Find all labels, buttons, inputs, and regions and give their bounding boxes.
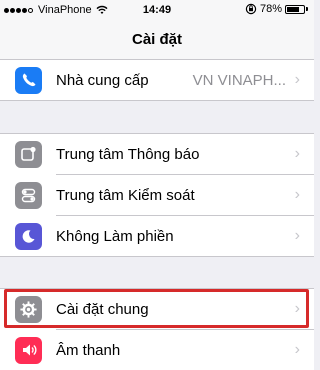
carrier-value: VN VINAPH... — [192, 71, 286, 89]
do-not-disturb-label: Không Làm phiền — [56, 227, 174, 245]
settings-row-notification-center[interactable]: Trung tâm Thông báo › — [0, 134, 314, 174]
sounds-label: Âm thanh — [56, 341, 121, 359]
chevron-right-icon: › — [294, 71, 300, 88]
status-bar: VinaPhone 14:49 78% — [0, 0, 314, 20]
notification-center-icon — [15, 140, 42, 168]
notification-center-label: Trung tâm Thông báo — [56, 145, 200, 163]
chevron-right-icon: › — [294, 227, 300, 244]
control-center-icon — [15, 181, 42, 209]
chevron-right-icon: › — [294, 186, 300, 203]
battery-percent: 78% — [259, 3, 282, 15]
settings-row-carrier[interactable]: Nhà cung cấp VN VINAPH... › — [0, 60, 314, 100]
settings-row-control-center[interactable]: Trung tâm Kiểm soát › — [0, 175, 314, 215]
chevron-right-icon: › — [294, 341, 300, 358]
battery-info: 78% — [245, 3, 308, 15]
battery-icon — [285, 4, 308, 14]
settings-row-do-not-disturb[interactable]: Không Làm phiền › — [0, 216, 314, 256]
highlight-box — [4, 289, 309, 328]
speaker-icon — [15, 336, 42, 364]
chevron-right-icon: › — [294, 145, 300, 162]
page-title: Cài đặt — [0, 20, 314, 60]
control-center-label: Trung tâm Kiểm soát — [56, 186, 195, 204]
moon-icon — [15, 222, 42, 250]
carrier-section: Nhà cung cấp VN VINAPH... › — [0, 60, 314, 100]
carrier-label: Nhà cung cấp — [56, 71, 149, 89]
notifications-section: Trung tâm Thông báo › Trung tâm Kiểm soá… — [0, 134, 314, 256]
settings-row-sounds[interactable]: Âm thanh › — [0, 330, 314, 370]
phone-icon — [15, 66, 42, 94]
rotation-lock-icon — [245, 3, 257, 15]
